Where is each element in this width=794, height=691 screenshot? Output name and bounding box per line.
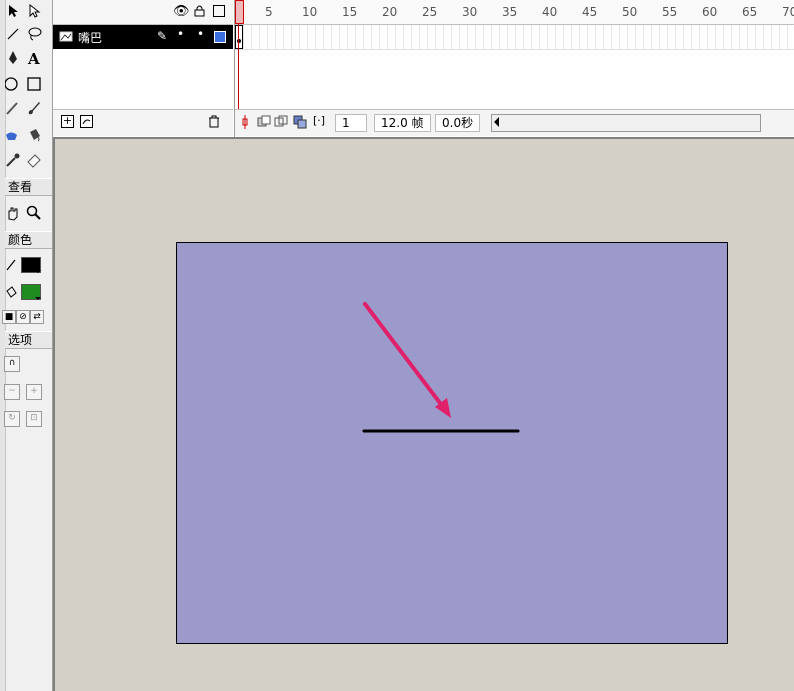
visibility-dot[interactable]: • [177, 27, 184, 41]
tick-label: 60 [702, 5, 718, 19]
outline-icon[interactable] [213, 5, 225, 17]
modify-markers-icon[interactable]: [·] [313, 114, 325, 127]
playhead-handle[interactable] [235, 0, 244, 24]
tick-label: 40 [542, 5, 558, 19]
arrow-icon[interactable] [2, 0, 24, 22]
timeline-status-bar: [·] 1 12.0 帧 0.0秒 [235, 109, 794, 136]
edit-multiple-frames-icon[interactable] [293, 115, 307, 132]
pen-icon[interactable] [2, 47, 24, 69]
tick-label: 70 [782, 5, 794, 19]
fill-bucket-icon [0, 281, 22, 303]
tools-panel: A 查看 颜色 ■ ⊘ ⇄ 选项 ∩ ~ + ↻ ⊡ [0, 0, 53, 691]
layer-controls: + [53, 109, 233, 136]
onion-skin-icon[interactable] [257, 115, 271, 132]
tick-label: 55 [662, 5, 678, 19]
fill-color-swatch[interactable] [21, 284, 41, 300]
tick-label: 30 [462, 5, 478, 19]
paint-bucket-icon[interactable] [23, 124, 45, 146]
swap-colors-button[interactable]: ⇄ [30, 310, 44, 324]
oval-icon[interactable] [2, 73, 24, 95]
lock-dot[interactable]: • [197, 27, 204, 41]
keyframe[interactable] [235, 25, 243, 49]
brush-icon[interactable] [23, 97, 45, 119]
horizontal-scrollbar[interactable] [491, 114, 761, 132]
layer-name[interactable]: 嘴巴 [78, 29, 102, 46]
ink-bottle-icon[interactable] [2, 124, 24, 146]
dropdown-arrow-icon [35, 297, 41, 300]
rotate-icon[interactable]: ↻ [4, 411, 20, 427]
layer-row[interactable]: 嘴巴 ✎ • • [53, 25, 233, 49]
tick-label: 20 [382, 5, 398, 19]
tick-label: 10 [302, 5, 318, 19]
tick-label: 25 [422, 5, 438, 19]
tick-label: 65 [742, 5, 758, 19]
subselect-icon[interactable] [23, 0, 45, 22]
straighten-icon[interactable]: + [26, 384, 42, 400]
rectangle-icon[interactable] [23, 73, 45, 95]
elapsed-time: 0.0秒 [435, 114, 481, 132]
stage-drawing [362, 302, 520, 433]
frame-track[interactable] [235, 25, 794, 50]
stroke-color-swatch[interactable] [21, 257, 41, 273]
layer-header: 👁 [53, 0, 233, 25]
snap-magnet-icon[interactable]: ∩ [4, 356, 20, 372]
current-frame: 1 [335, 114, 367, 132]
trash-icon[interactable] [208, 115, 220, 131]
center-frame-icon[interactable] [239, 114, 251, 133]
pencil-edit-icon: ✎ [157, 29, 168, 43]
scale-icon[interactable]: ⊡ [26, 411, 42, 427]
eyedropper-icon[interactable] [2, 149, 24, 171]
tick-label: 50 [622, 5, 638, 19]
smooth-icon[interactable]: ~ [4, 384, 20, 400]
lasso-icon[interactable] [23, 23, 45, 45]
line-icon[interactable] [2, 23, 24, 45]
svg-text:A: A [27, 50, 40, 66]
tick-label: 35 [502, 5, 518, 19]
colors-section-header: 颜色 [5, 231, 52, 249]
text-icon[interactable]: A [23, 47, 45, 69]
onion-outline-icon[interactable] [274, 115, 288, 132]
frame-ruler: 5 10 15 20 25 30 35 40 45 50 55 60 65 70 [235, 0, 794, 25]
eye-icon[interactable]: 👁 [173, 4, 190, 19]
layer-icon [59, 30, 73, 46]
tick-label: 15 [342, 5, 358, 19]
dropdown-arrow-icon [35, 270, 41, 273]
annotation-arrow-shaft [363, 302, 445, 409]
options-section-header: 选项 [5, 331, 52, 349]
stroke-pencil-icon [0, 254, 22, 276]
default-colors-button[interactable]: ■ [2, 310, 16, 324]
add-layer-icon[interactable]: + [61, 115, 74, 128]
layer-color-swatch[interactable] [214, 31, 226, 43]
lock-icon[interactable] [194, 4, 205, 20]
no-color-button[interactable]: ⊘ [16, 310, 30, 324]
stage-canvas[interactable] [176, 242, 728, 644]
view-section-header: 查看 [5, 178, 52, 196]
tick-label: 5 [265, 5, 273, 19]
hand-icon[interactable] [2, 202, 24, 224]
pencil-icon[interactable] [2, 97, 24, 119]
add-guide-layer-icon[interactable] [80, 115, 93, 128]
scroll-left-icon[interactable] [494, 117, 499, 127]
tick-label: 45 [582, 5, 598, 19]
timeline-panel: 👁 嘴巴 ✎ • • + 5 10 15 20 25 30 35 40 45 5… [53, 0, 794, 139]
zoom-icon[interactable] [23, 202, 45, 224]
eraser-icon[interactable] [23, 149, 45, 171]
frame-rate: 12.0 帧 [374, 114, 431, 132]
